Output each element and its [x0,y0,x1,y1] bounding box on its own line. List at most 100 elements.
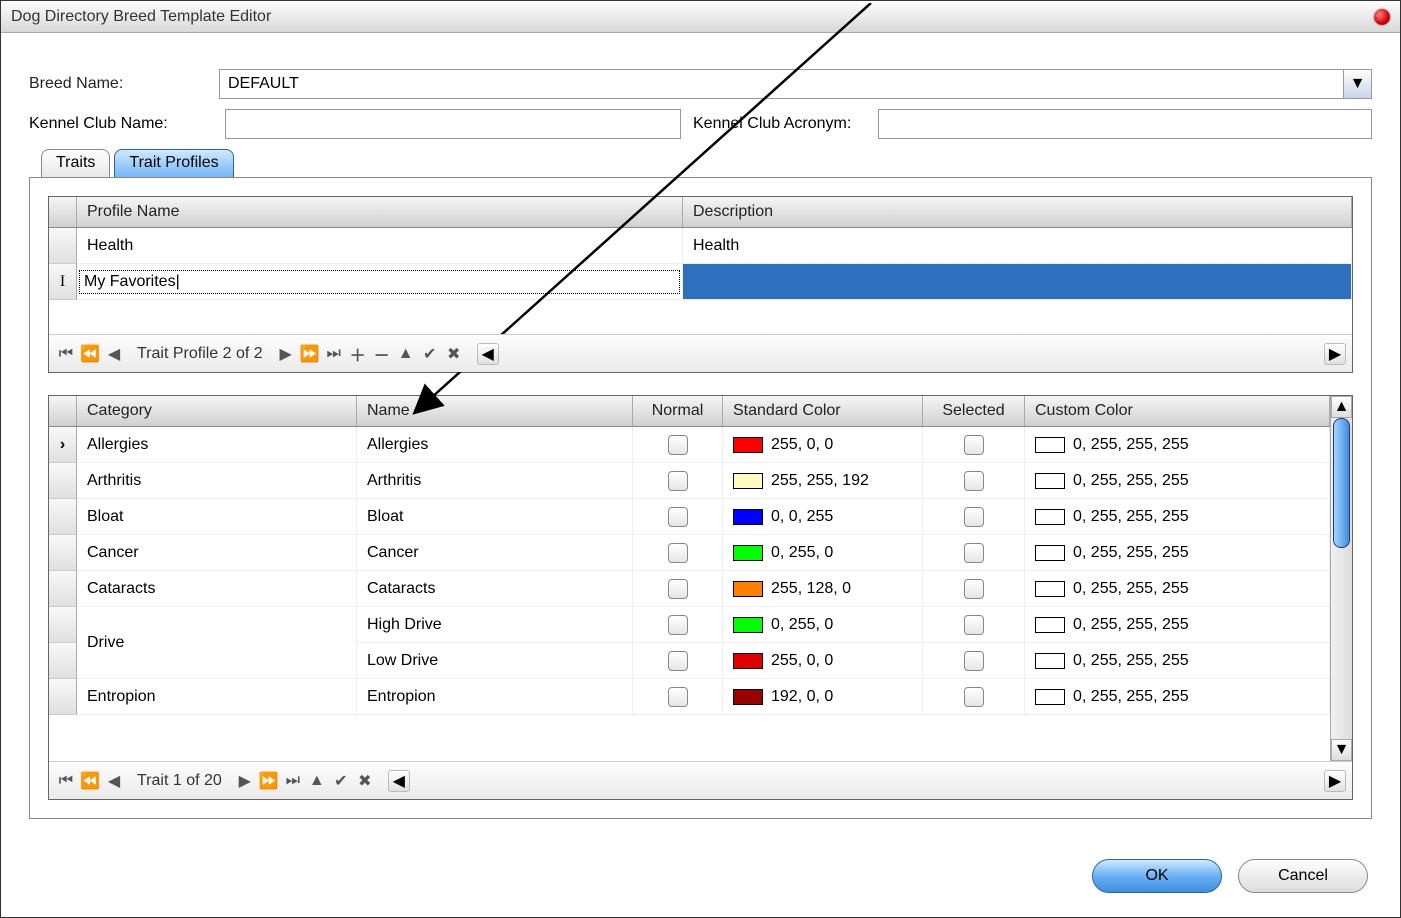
traits-h-scrollbar[interactable]: ◀ ▶ [388,770,1346,792]
add-icon[interactable]: ＋ [347,342,369,366]
col-standard-color[interactable]: Standard Color [723,396,923,426]
nav-last-icon[interactable]: ⏭ [282,769,304,793]
normal-checkbox[interactable] [668,471,688,491]
cell-name[interactable]: High Drive [357,607,633,643]
breed-name-combo[interactable]: ▼ [219,69,1372,99]
nav-prev-icon[interactable]: ◀ [103,769,125,793]
selected-checkbox[interactable] [964,471,984,491]
cell-normal[interactable] [633,607,723,643]
cell-category[interactable]: Cancer [77,535,357,571]
cell-normal[interactable] [633,427,723,463]
cell-name[interactable]: Cancer [357,535,633,571]
normal-checkbox[interactable] [668,507,688,527]
cell-category[interactable]: Arthritis [77,463,357,499]
table-row[interactable]: EntropionEntropion192, 0, 00, 255, 255, … [49,679,1330,715]
col-category[interactable]: Category [77,396,357,426]
cell-standard-color[interactable]: 255, 255, 192 [723,463,923,499]
cell-selected[interactable] [923,499,1025,535]
profile-name-editor[interactable]: My Favorites| [79,270,680,294]
kennel-club-acronym-input[interactable] [878,109,1372,139]
tab-traits[interactable]: Traits [41,149,110,178]
nav-prev-page-icon[interactable]: ⏪ [79,769,101,793]
scroll-down-icon[interactable]: ▼ [1331,739,1352,761]
cell-normal[interactable] [633,679,723,715]
cell-standard-color[interactable]: 255, 0, 0 [723,427,923,463]
normal-checkbox[interactable] [668,651,688,671]
nav-first-icon[interactable]: ⏮ [55,342,77,366]
cell-selected[interactable] [923,571,1025,607]
cancel-button[interactable]: Cancel [1238,859,1368,893]
table-row[interactable]: DriveHigh Drive0, 255, 00, 255, 255, 255 [49,607,1330,643]
cell-name[interactable]: Low Drive [357,643,633,679]
cell-description[interactable] [683,264,1352,300]
nav-next-icon[interactable]: ▶ [234,769,256,793]
cell-custom-color[interactable]: 0, 255, 255, 255 [1025,679,1330,715]
normal-checkbox[interactable] [668,543,688,563]
nav-prev-page-icon[interactable]: ⏪ [79,342,101,366]
remove-icon[interactable]: － [371,342,393,366]
nav-first-icon[interactable]: ⏮ [55,769,77,793]
cell-custom-color[interactable]: 0, 255, 255, 255 [1025,535,1330,571]
cell-selected[interactable] [923,535,1025,571]
cell-selected[interactable] [923,643,1025,679]
col-selected[interactable]: Selected [923,396,1025,426]
scroll-up-icon[interactable]: ▲ [1331,396,1352,418]
cell-name[interactable]: Entropion [357,679,633,715]
selected-checkbox[interactable] [964,543,984,563]
normal-checkbox[interactable] [668,687,688,707]
breed-name-input[interactable] [220,70,1343,98]
cell-normal[interactable] [633,571,723,607]
cell-standard-color[interactable]: 255, 0, 0 [723,643,923,679]
ok-button[interactable]: OK [1092,859,1222,893]
scroll-thumb[interactable] [1333,418,1350,548]
cell-normal[interactable] [633,499,723,535]
profiles-h-scrollbar[interactable]: ◀ ▶ [477,343,1346,365]
table-row[interactable]: ›AllergiesAllergies255, 0, 00, 255, 255,… [49,427,1330,463]
commit-icon[interactable]: ✔ [419,342,441,366]
table-row[interactable]: ArthritisArthritis255, 255, 1920, 255, 2… [49,463,1330,499]
cell-category[interactable]: Cataracts [77,571,357,607]
cell-custom-color[interactable]: 0, 255, 255, 255 [1025,607,1330,643]
scroll-left-icon[interactable]: ◀ [477,343,499,365]
cell-category[interactable]: Allergies [77,427,357,463]
selected-checkbox[interactable] [964,507,984,527]
table-row[interactable]: IMy Favorites| [49,264,1352,300]
col-name[interactable]: Name [357,396,633,426]
nav-next-page-icon[interactable]: ⏩ [299,342,321,366]
cell-profile-name[interactable]: My Favorites| [77,264,683,300]
cell-selected[interactable] [923,463,1025,499]
nav-next-icon[interactable]: ▶ [275,342,297,366]
cell-profile-name[interactable]: Health [77,228,683,264]
cell-description[interactable]: Health [683,228,1352,264]
cell-normal[interactable] [633,643,723,679]
cell-category[interactable]: Bloat [77,499,357,535]
cell-normal[interactable] [633,535,723,571]
selected-checkbox[interactable] [964,435,984,455]
cell-name[interactable]: Bloat [357,499,633,535]
edit-up-icon[interactable]: ▲ [306,769,328,793]
cell-custom-color[interactable]: 0, 255, 255, 255 [1025,571,1330,607]
cell-custom-color[interactable]: 0, 255, 255, 255 [1025,499,1330,535]
traits-v-scrollbar[interactable]: ▲ ▼ [1330,396,1352,761]
cell-selected[interactable] [923,679,1025,715]
table-row[interactable]: CataractsCataracts255, 128, 00, 255, 255… [49,571,1330,607]
selected-checkbox[interactable] [964,651,984,671]
selected-checkbox[interactable] [964,615,984,635]
col-normal[interactable]: Normal [633,396,723,426]
nav-prev-icon[interactable]: ◀ [103,342,125,366]
cell-normal[interactable] [633,463,723,499]
cell-custom-color[interactable]: 0, 255, 255, 255 [1025,427,1330,463]
kennel-club-name-input[interactable] [225,109,681,139]
cell-standard-color[interactable]: 255, 128, 0 [723,571,923,607]
table-row[interactable]: HealthHealth [49,228,1352,264]
normal-checkbox[interactable] [668,579,688,599]
cell-standard-color[interactable]: 0, 0, 255 [723,499,923,535]
close-icon[interactable] [1374,9,1390,25]
cancel-edit-icon[interactable]: ✖ [354,769,376,793]
cell-standard-color[interactable]: 192, 0, 0 [723,679,923,715]
scroll-right-icon[interactable]: ▶ [1324,343,1346,365]
commit-icon[interactable]: ✔ [330,769,352,793]
nav-next-page-icon[interactable]: ⏩ [258,769,280,793]
selected-checkbox[interactable] [964,687,984,707]
cancel-edit-icon[interactable]: ✖ [443,342,465,366]
